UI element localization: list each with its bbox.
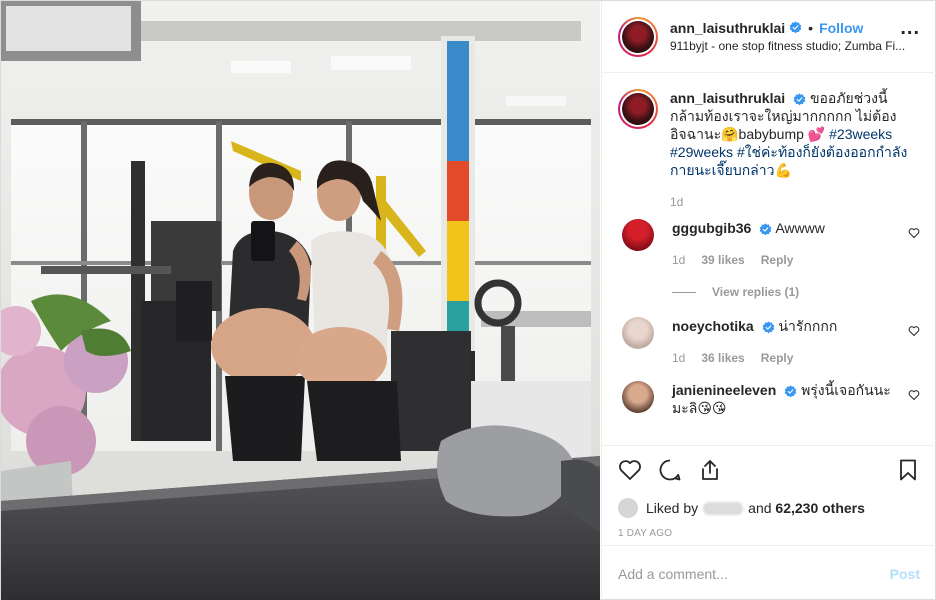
comment-time[interactable]: 1d [672, 253, 685, 267]
view-replies-label: View replies (1) [712, 285, 800, 299]
likes-summary[interactable]: Liked by and 62,230 others [618, 498, 920, 518]
comment-item: janienineeleven พรุ่งนี้เจอกันนะมะลิ😘😘 [622, 381, 920, 417]
view-replies-button[interactable]: View replies (1) [672, 283, 898, 301]
comments-list: ann_laisuthruklai ขออภัยช่วงนี้กล้ามท้อง… [602, 73, 936, 445]
likes-count[interactable]: 62,230 others [775, 500, 865, 516]
verified-icon [789, 21, 802, 34]
comment-heart-icon[interactable] [908, 227, 920, 239]
caption: ann_laisuthruklai ขออภัยช่วงนี้กล้ามท้อง… [618, 89, 920, 209]
post-location[interactable]: 911byjt - one stop fitness studio; Zumba… [670, 37, 905, 55]
separator-dot: • [808, 19, 814, 36]
comment-likes[interactable]: 36 likes [701, 351, 744, 365]
comment-time[interactable]: 1d [672, 351, 685, 365]
instagram-post-modal: ann_laisuthruklai • Follow 911byjt - one… [0, 0, 936, 600]
hashtag-link[interactable]: #29weeks [670, 144, 733, 160]
comment-item: gggubgib36 Awwww 1d 39 likes Reply View … [622, 219, 920, 301]
commenter-avatar[interactable] [622, 317, 654, 349]
author-avatar[interactable] [618, 16, 658, 57]
liker-avatar [618, 498, 638, 518]
post-comment-button[interactable]: Post [890, 566, 920, 582]
verified-icon [762, 321, 774, 334]
caption-avatar[interactable] [618, 89, 658, 129]
caption-username[interactable]: ann_laisuthruklai [670, 90, 785, 106]
more-icon[interactable]: ... [900, 18, 920, 38]
follow-button[interactable]: Follow [819, 19, 863, 37]
commenter-username[interactable]: janienineeleven [672, 382, 776, 398]
post-photo[interactable] [1, 1, 600, 600]
post-header: ann_laisuthruklai • Follow 911byjt - one… [602, 1, 936, 73]
commenter-username[interactable]: noeychotika [672, 318, 754, 334]
comment-text: น่ารักกกก [778, 318, 838, 334]
comment-item: noeychotika น่ารักกกก 1d 36 likes Reply [622, 317, 920, 365]
reply-button[interactable]: Reply [761, 253, 794, 267]
post-sidebar: ann_laisuthruklai • Follow 911byjt - one… [601, 1, 936, 600]
verified-icon [759, 223, 772, 236]
author-username[interactable]: ann_laisuthruklai [670, 19, 785, 37]
comment-text: Awwww [775, 220, 825, 236]
commenter-avatar[interactable] [622, 219, 654, 251]
comment-icon[interactable] [658, 458, 682, 482]
liker-name-redacted [703, 501, 744, 515]
reply-button[interactable]: Reply [761, 351, 794, 365]
verified-icon [793, 93, 806, 106]
comment-heart-icon[interactable] [908, 325, 920, 337]
share-icon[interactable] [698, 458, 722, 482]
add-comment-bar: Post [602, 545, 936, 600]
comment-likes[interactable]: 39 likes [701, 253, 744, 267]
commenter-username[interactable]: gggubgib36 [672, 220, 751, 236]
hashtag-link[interactable]: #23weeks [829, 126, 892, 142]
comment-heart-icon[interactable] [908, 389, 920, 401]
commenter-avatar[interactable] [622, 381, 654, 413]
caption-emoji: 💪 [774, 162, 792, 178]
post-time[interactable]: 1 DAY AGO [618, 528, 920, 539]
heart-icon[interactable] [618, 458, 642, 482]
caption-time[interactable]: 1d [670, 195, 683, 209]
comment-input[interactable] [618, 565, 890, 582]
and-label: and [748, 500, 772, 516]
post-actions: Liked by and 62,230 others 1 DAY AGO [602, 445, 936, 545]
gym-mirror-selfie-image [1, 1, 600, 600]
verified-icon [784, 385, 797, 398]
bookmark-icon[interactable] [896, 458, 920, 482]
liked-by-label: Liked by [646, 500, 699, 516]
